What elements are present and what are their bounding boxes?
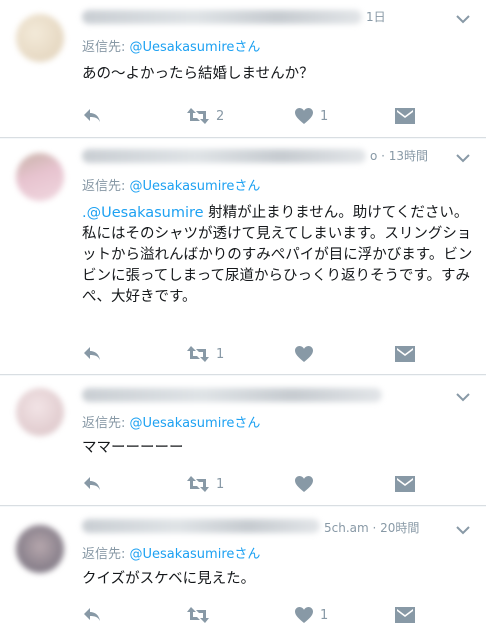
- direct-message-button[interactable]: [394, 344, 416, 364]
- author-name-blurred: [82, 10, 362, 24]
- reply-to-line: 返信先: @Uesakasumireさん: [82, 36, 260, 55]
- tweet[interactable]: 1日 返信先: @Uesakasumireさん あの〜よかったら結婚しませんか？…: [0, 0, 486, 138]
- reply-to-handle[interactable]: @Uesakasumire: [130, 547, 235, 562]
- direct-message-button[interactable]: [394, 106, 416, 126]
- tweet-actions: 1: [82, 605, 474, 625]
- tweet-text: ママーーーーー: [82, 438, 474, 459]
- tweet-actions: 1: [82, 474, 474, 494]
- like-button[interactable]: [294, 474, 320, 494]
- reply-icon: [84, 477, 100, 490]
- reply-button[interactable]: [82, 605, 102, 625]
- author-name-blurred: [82, 149, 366, 163]
- tweet-timestamp[interactable]: o · 13時間: [370, 147, 428, 164]
- tweet-text: クイズがスケベに見えた。: [82, 569, 474, 590]
- like-icon: [295, 607, 313, 623]
- avatar[interactable]: [16, 153, 64, 201]
- retweet-icon: [187, 346, 209, 362]
- avatar[interactable]: [16, 388, 64, 436]
- like-button[interactable]: 1: [294, 106, 328, 126]
- reply-to-line: 返信先: @Uesakasumireさん: [82, 175, 260, 194]
- retweet-icon: [187, 607, 209, 623]
- reply-to-label: 返信先:: [82, 547, 130, 562]
- reply-icon: [84, 109, 100, 122]
- chevron-down-icon[interactable]: [454, 388, 472, 406]
- reply-button[interactable]: [82, 344, 102, 364]
- tweet[interactable]: 返信先: @Uesakasumireさん ママーーーーー 1: [0, 376, 486, 506]
- avatar[interactable]: [16, 14, 64, 62]
- like-button[interactable]: [294, 344, 320, 364]
- direct-message-icon: [395, 607, 415, 623]
- tweet-actions: 2 1: [82, 106, 474, 126]
- tweet-body: ママーーーーー: [82, 440, 184, 456]
- reply-to-label: 返信先:: [82, 40, 130, 55]
- reply-to-suffix: さん: [234, 179, 261, 194]
- like-button[interactable]: 1: [294, 605, 328, 625]
- retweet-button[interactable]: [186, 605, 216, 625]
- reply-button[interactable]: [82, 474, 102, 494]
- reply-to-suffix: さん: [234, 416, 261, 431]
- tweet-text: あの〜よかったら結婚しませんか？: [82, 64, 474, 85]
- like-count: 1: [320, 108, 329, 124]
- reply-to-handle[interactable]: @Uesakasumire: [130, 179, 235, 194]
- retweet-count: 1: [216, 476, 225, 492]
- tweet-body: クイズがスケベに見えた。: [82, 571, 256, 587]
- direct-message-button[interactable]: [394, 605, 416, 625]
- like-icon: [295, 346, 313, 362]
- retweet-icon: [187, 476, 209, 492]
- tweet-timestamp[interactable]: 1日: [366, 8, 386, 25]
- tweet[interactable]: o · 13時間 返信先: @Uesakasumireさん .@Uesakasu…: [0, 139, 486, 375]
- chevron-down-icon[interactable]: [454, 10, 472, 28]
- retweet-button[interactable]: 2: [186, 106, 224, 126]
- tweet-mention[interactable]: .@Uesakasumire: [82, 205, 204, 221]
- tweet-timestamp[interactable]: 5ch.am · 20時間: [324, 519, 419, 536]
- reply-button[interactable]: [82, 106, 102, 126]
- like-icon: [295, 476, 313, 492]
- chevron-down-icon[interactable]: [454, 149, 472, 167]
- tweet-body: あの〜よかったら結婚しませんか？: [82, 66, 314, 82]
- retweet-button[interactable]: 1: [186, 474, 224, 494]
- reply-to-label: 返信先:: [82, 416, 130, 431]
- direct-message-button[interactable]: [394, 474, 416, 494]
- reply-to-label: 返信先:: [82, 179, 130, 194]
- like-count: 1: [320, 607, 329, 623]
- reply-icon: [84, 347, 100, 360]
- reply-to-suffix: さん: [234, 547, 261, 562]
- reply-to-handle[interactable]: @Uesakasumire: [130, 416, 235, 431]
- direct-message-icon: [395, 476, 415, 492]
- reply-icon: [84, 608, 100, 621]
- reply-to-handle[interactable]: @Uesakasumire: [130, 40, 235, 55]
- retweet-count: 2: [216, 108, 225, 124]
- author-name-blurred: [82, 388, 382, 402]
- avatar[interactable]: [16, 525, 64, 573]
- tweet-actions: 1: [82, 344, 474, 364]
- direct-message-icon: [395, 108, 415, 124]
- retweet-icon: [187, 108, 209, 124]
- chevron-down-icon[interactable]: [454, 521, 472, 539]
- reply-to-line: 返信先: @Uesakasumireさん: [82, 543, 260, 562]
- retweet-button[interactable]: 1: [186, 344, 224, 364]
- direct-message-icon: [395, 346, 415, 362]
- reply-to-line: 返信先: @Uesakasumireさん: [82, 412, 260, 431]
- reply-to-suffix: さん: [234, 40, 261, 55]
- author-name-blurred: [82, 519, 320, 533]
- like-icon: [295, 108, 313, 124]
- retweet-count: 1: [216, 346, 225, 362]
- tweet-text: .@Uesakasumire 射精が止まりません。助けてください。 私にはそのシ…: [82, 203, 474, 308]
- tweet[interactable]: 5ch.am · 20時間 返信先: @Uesakasumireさん クイズがス…: [0, 507, 486, 631]
